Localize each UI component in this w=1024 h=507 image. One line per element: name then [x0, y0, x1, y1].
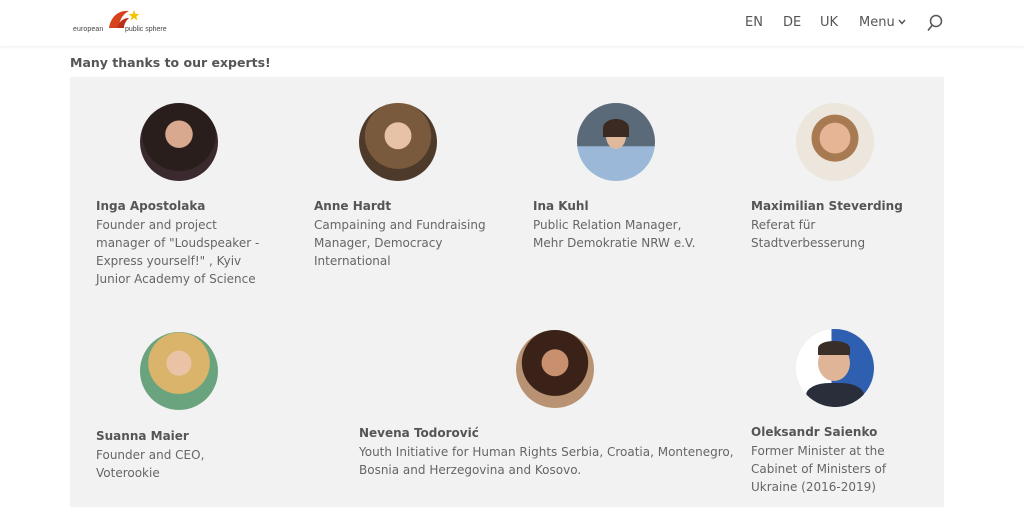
expert-name: Anne Hardt	[314, 199, 392, 213]
expert-name: Oleksandr Saienko	[751, 425, 878, 439]
expert-description: Former Minister at the Cabinet of Ministe…	[751, 444, 887, 494]
logo-text-left: european	[73, 26, 104, 33]
expert-name: Ina Kuhl	[533, 199, 589, 213]
expert-avatar	[796, 103, 874, 181]
page-heading: Many thanks to our experts!	[70, 55, 271, 70]
site-logo[interactable]: european public sphere	[73, 8, 177, 38]
logo-text-right: public sphere	[125, 26, 167, 33]
expert-description: Public Relation Manager, Mehr Demokratie …	[533, 218, 696, 250]
expert-description: Campaining and Fundraising Manager, Democ…	[314, 218, 486, 268]
nav-menu[interactable]: Menu	[859, 15, 895, 30]
expert-description: Founder and project manager of "Loudspeak…	[96, 218, 260, 286]
expert-description: Founder and CEO, Voterookie	[96, 448, 205, 480]
expert-description: Referat für Stadtverbesserung	[751, 218, 866, 250]
expert-avatar	[140, 332, 218, 410]
nav-lang-uk[interactable]: UK	[820, 15, 838, 30]
nav-lang-en[interactable]: EN	[745, 15, 763, 30]
expert-name: Inga Apostolaka	[96, 199, 206, 213]
site-header: european public sphere EN DE UK Menu	[0, 0, 1024, 46]
expert-avatar	[516, 330, 594, 408]
expert-avatar	[796, 329, 874, 407]
expert-description: Youth Initiative for Human Rights Serbia…	[359, 445, 734, 477]
expert-name: Suanna Maier	[96, 429, 189, 443]
expert-name: Nevena Todorović	[359, 426, 479, 440]
expert-avatar	[577, 103, 655, 181]
expert-avatar	[140, 103, 218, 181]
search-icon[interactable]	[927, 14, 943, 32]
nav-lang-de[interactable]: DE	[783, 15, 801, 30]
expert-name: Maximilian Steverding	[751, 199, 903, 213]
chevron-down-icon[interactable]	[898, 19, 906, 25]
expert-avatar	[359, 103, 437, 181]
